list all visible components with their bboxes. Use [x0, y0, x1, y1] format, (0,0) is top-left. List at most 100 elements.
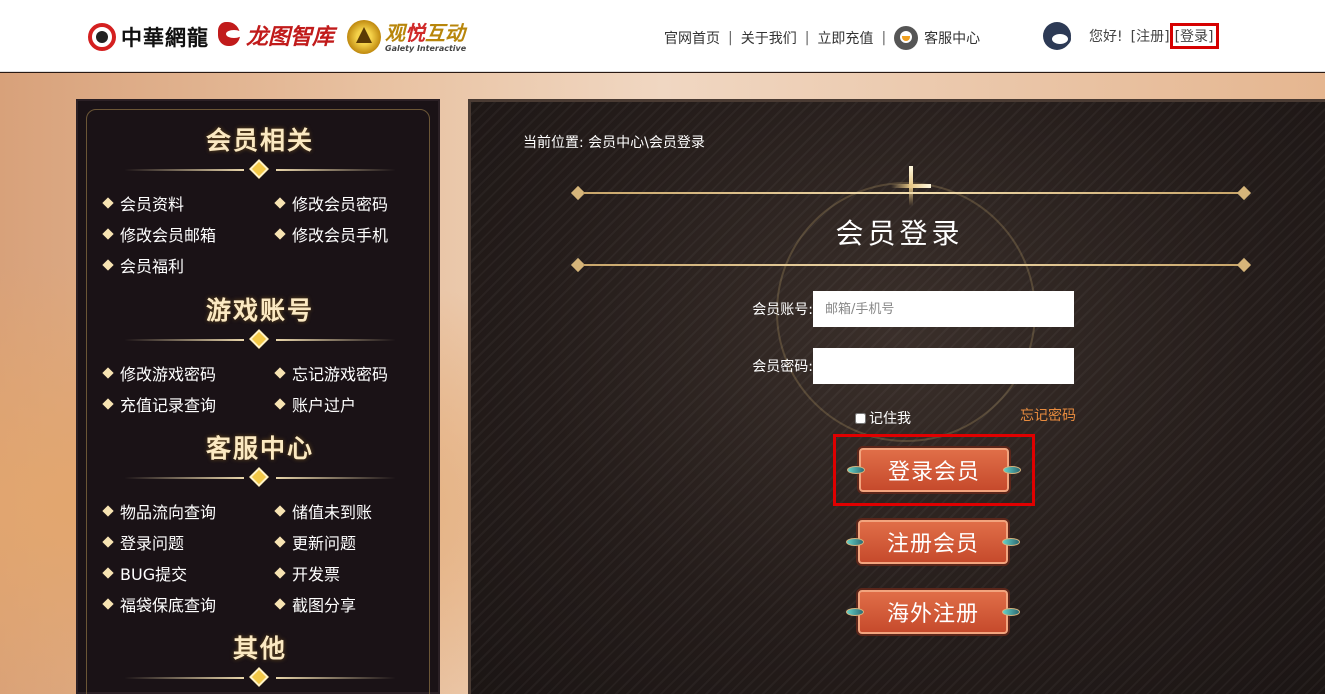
- login-panel: 当前位置: 会员中心\会员登录 会员登录 会员账号: 会员密码: 记住我 忘记密…: [468, 99, 1325, 694]
- sidebar-item-bug-report[interactable]: BUG提交: [102, 561, 276, 584]
- sidebar-item-change-phone[interactable]: 修改会员手机: [274, 222, 448, 245]
- diamond-bullet-icon: [102, 535, 114, 548]
- sidebar-item-change-password[interactable]: 修改会员密码: [274, 191, 448, 214]
- ornament-line-top: [570, 185, 1252, 201]
- diamond-bullet-icon: [102, 366, 114, 379]
- login-button-highlight: 登录会员: [833, 434, 1035, 506]
- guanyue-emblem-icon: [347, 20, 381, 54]
- ornament-line-bottom: [570, 257, 1252, 273]
- site-header: 中華網龍 龙图智库 观悦互动 Galety Interactive 官网首页 |…: [0, 0, 1325, 72]
- nav-about-link[interactable]: 关于我们: [741, 28, 797, 48]
- guanyue-text-a: 观: [385, 20, 405, 45]
- sidebar-item-login-issue[interactable]: 登录问题: [102, 530, 276, 553]
- guanyue-logo[interactable]: 观悦互动 Galety Interactive: [347, 20, 466, 54]
- diamond-bullet-icon: [102, 597, 114, 610]
- section-member: 会员相关 会员资料 修改会员密码 修改会员邮箱 修改会员手机 会员福利: [78, 121, 442, 276]
- account-label: 会员账号:: [752, 302, 813, 318]
- diamond-bullet-icon: [102, 504, 114, 517]
- guanyue-text-c: 互动: [425, 20, 465, 45]
- sidebar-item-recharge-history[interactable]: 充值记录查询: [102, 392, 276, 415]
- breadcrumb-prefix: 当前位置:: [523, 135, 584, 151]
- remember-me-checkbox[interactable]: [855, 412, 866, 424]
- section-other: 其他: [78, 629, 442, 689]
- diamond-bullet-icon: [274, 196, 286, 209]
- sidebar-item-item-flow[interactable]: 物品流向查询: [102, 499, 276, 522]
- nav-separator: |: [881, 30, 887, 46]
- sidebar-item-change-game-password[interactable]: 修改游戏密码: [102, 361, 276, 384]
- account-input[interactable]: [813, 291, 1074, 327]
- diamond-bullet-icon: [274, 366, 286, 379]
- remember-me: 记住我: [855, 408, 911, 428]
- longtu-logo[interactable]: 龙图智库: [216, 18, 334, 52]
- ornament-divider: [110, 467, 410, 489]
- breadcrumb-member-center[interactable]: 会员中心: [588, 135, 644, 151]
- section-title: 其他: [232, 634, 287, 663]
- gem-ornament-icon: [847, 466, 865, 474]
- nav-recharge-link[interactable]: 立即充值: [817, 28, 873, 48]
- diamond-bullet-icon: [102, 196, 114, 209]
- diamond-bullet-icon: [274, 535, 286, 548]
- sidebar-item-member-benefits[interactable]: 会员福利: [102, 253, 276, 276]
- greeting-text: 您好!: [1089, 29, 1123, 45]
- register-link[interactable]: [注册]: [1131, 26, 1170, 46]
- password-row: 会员密码:: [721, 348, 1074, 384]
- longtu-logo-text: 龙图智库: [246, 24, 335, 50]
- register-member-button[interactable]: 注册会员: [846, 520, 1020, 564]
- longtu-dragon-icon: [216, 18, 246, 52]
- section-title: 会员相关: [205, 126, 314, 155]
- overseas-register-label: 海外注册: [886, 602, 979, 627]
- user-avatar-icon[interactable]: [1043, 22, 1071, 50]
- diamond-bullet-icon: [102, 227, 114, 240]
- ornament-divider: [110, 667, 410, 689]
- diamond-bullet-icon: [274, 566, 286, 579]
- sidebar-item-forgot-game-password[interactable]: 忘记游戏密码: [274, 361, 448, 384]
- forgot-password-link[interactable]: 忘记密码: [1020, 405, 1076, 425]
- login-link[interactable]: [登录]: [1169, 23, 1219, 49]
- gem-ornament-icon: [1002, 538, 1020, 546]
- account-row: 会员账号:: [721, 291, 1074, 327]
- section-title: 客服中心: [205, 434, 314, 463]
- remember-me-label: 记住我: [869, 411, 911, 427]
- register-button-wrap: 注册会员: [843, 514, 1023, 570]
- sidebar-item-account-transfer[interactable]: 账户过户: [274, 392, 448, 415]
- register-member-label: 注册会员: [886, 532, 979, 557]
- ornament-divider: [110, 159, 410, 181]
- sidebar-item-member-profile[interactable]: 会员资料: [102, 191, 276, 214]
- section-support: 客服中心 物品流向查询 储值未到账 登录问题 更新问题 BUG提交 开发票 福袋…: [78, 429, 442, 615]
- breadcrumb: 当前位置: 会员中心\会员登录: [523, 132, 705, 152]
- login-member-label: 登录会员: [887, 460, 980, 485]
- user-area: 您好! [注册] [登录]: [1043, 22, 1219, 50]
- zhonghua-logo[interactable]: 中華網龍: [88, 22, 209, 52]
- sidebar-menu: 会员相关 会员资料 修改会员密码 修改会员邮箱 修改会员手机 会员福利 游戏账号…: [76, 99, 440, 694]
- zhonghua-logo-text: 中華網龍: [121, 25, 209, 50]
- star-sparkle-icon: [891, 166, 931, 206]
- diamond-bullet-icon: [102, 397, 114, 410]
- diamond-bullet-icon: [274, 397, 286, 410]
- sidebar-item-update-issue[interactable]: 更新问题: [274, 530, 448, 553]
- sidebar-item-deposit-missing[interactable]: 储值未到账: [274, 499, 448, 522]
- login-member-button[interactable]: 登录会员: [847, 448, 1021, 492]
- gem-ornament-icon: [846, 538, 864, 546]
- section-game-account: 游戏账号 修改游戏密码 忘记游戏密码 充值记录查询 账户过户: [78, 291, 442, 415]
- diamond-bullet-icon: [274, 227, 286, 240]
- sidebar-item-invoice[interactable]: 开发票: [274, 561, 448, 584]
- page-title: 会员登录: [835, 217, 964, 250]
- nav-home-link[interactable]: 官网首页: [664, 28, 720, 48]
- sidebar-item-screenshot-share[interactable]: 截图分享: [274, 592, 448, 615]
- overseas-register-button[interactable]: 海外注册: [846, 590, 1020, 634]
- nav-support-link[interactable]: 客服中心: [894, 26, 980, 50]
- gem-ornament-icon: [1002, 608, 1020, 616]
- guanyue-text-b: 悦: [405, 20, 425, 45]
- password-label: 会员密码:: [752, 359, 813, 375]
- diamond-bullet-icon: [102, 566, 114, 579]
- gem-ornament-icon: [846, 608, 864, 616]
- breadcrumb-member-login: 会员登录: [648, 135, 705, 151]
- penguin-support-icon: [894, 26, 919, 50]
- sidebar-item-change-email[interactable]: 修改会员邮箱: [102, 222, 276, 245]
- sidebar-item-lucky-bag[interactable]: 福袋保底查询: [102, 592, 276, 615]
- password-input[interactable]: [813, 348, 1074, 384]
- top-nav: 官网首页 | 关于我们 | 立即充值 | 客服中心: [664, 26, 980, 50]
- section-title: 游戏账号: [205, 296, 314, 325]
- overseas-button-wrap: 海外注册: [843, 584, 1023, 640]
- diamond-bullet-icon: [274, 597, 286, 610]
